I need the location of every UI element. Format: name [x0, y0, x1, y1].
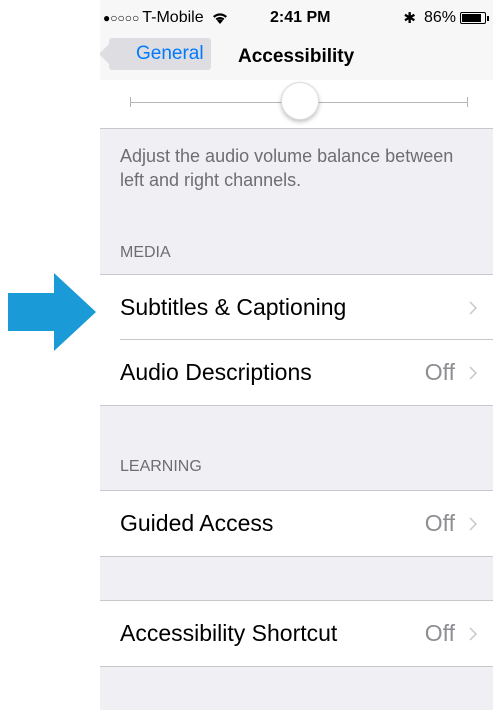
bluetooth-icon: ✱ [403, 10, 416, 27]
cell-label: Subtitles & Captioning [120, 294, 347, 320]
cell-label: Guided Access [120, 510, 274, 536]
accessibility-shortcut-cell[interactable]: Accessibility Shortcut Off [100, 600, 493, 667]
chevron-right-icon [469, 365, 478, 380]
carrier-name: T-Mobile [142, 9, 204, 26]
signal-strength-icon: ●○○○○ [103, 11, 140, 25]
back-button-label: General [136, 43, 204, 64]
section-header-media: MEDIA [120, 244, 171, 261]
balance-slider-thumb[interactable] [281, 82, 319, 120]
section-header-learning: LEARNING [120, 458, 202, 475]
chevron-right-icon [469, 516, 478, 531]
battery-icon [460, 12, 486, 24]
chevron-right-icon [469, 300, 478, 315]
battery-percent: 86% [423, 9, 456, 26]
annotation-arrow-icon [8, 273, 96, 351]
status-time: 2:41 PM [270, 9, 331, 26]
back-button[interactable]: General [100, 38, 211, 70]
wifi-icon [212, 13, 227, 24]
cell-value: Off [424, 510, 455, 536]
balance-footer-text: Adjust the audio volume balance between … [120, 146, 454, 190]
page-title: Accessibility [238, 46, 355, 67]
back-chevron-icon [100, 38, 115, 70]
chevron-right-icon [469, 626, 478, 641]
navigation-bar: General Accessibility [100, 36, 493, 80]
cell-value: Off [424, 620, 455, 646]
battery-fill [462, 14, 481, 22]
phone-screen: ●○○○○ T-Mobile 2:41 PM ✱ 86% General Acc… [100, 0, 493, 710]
slider-right-tick [467, 97, 468, 107]
status-bar: ●○○○○ T-Mobile 2:41 PM ✱ 86% [100, 0, 493, 36]
guided-access-cell[interactable]: Guided Access Off [100, 490, 493, 557]
battery-tip [487, 15, 489, 21]
battery-info: ✱ 86% [403, 9, 489, 27]
audio-descriptions-cell[interactable]: Audio Descriptions Off [100, 340, 493, 406]
carrier-info: ●○○○○ T-Mobile [103, 9, 228, 27]
balance-slider-row [100, 80, 493, 129]
cell-value: Off [424, 359, 455, 385]
cell-label: Accessibility Shortcut [120, 620, 338, 646]
cell-label: Audio Descriptions [120, 359, 312, 385]
subtitles-captioning-cell[interactable]: Subtitles & Captioning [100, 274, 493, 340]
